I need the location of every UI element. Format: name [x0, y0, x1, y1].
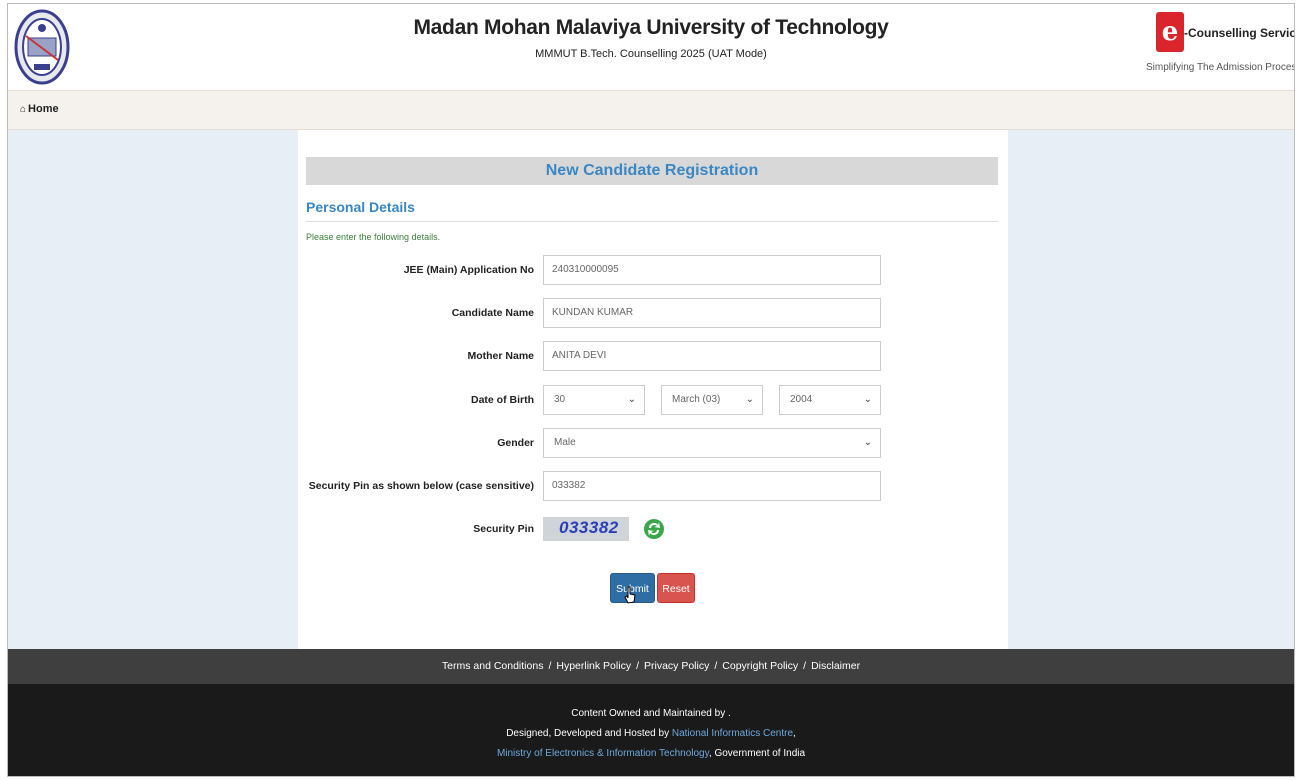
- footer-separator: /: [548, 660, 552, 672]
- row-dob: Date of Birth 30 ⌄ March (03) ⌄ 2004 ⌄: [298, 385, 1008, 415]
- gender-select[interactable]: Male ⌄: [543, 428, 881, 458]
- footer-designed-suffix: ,: [793, 728, 796, 739]
- footer-separator: /: [636, 660, 639, 672]
- footer-info: Content Owned and Maintained by . Design…: [8, 684, 1294, 776]
- gender-value: Male: [554, 437, 576, 448]
- hand-cursor-icon: [624, 586, 636, 604]
- refresh-captcha-icon[interactable]: [643, 517, 665, 541]
- site-header: Madan Mohan Malaviya University of Techn…: [8, 4, 1294, 90]
- dob-day-value: 30: [554, 394, 566, 405]
- security-pin-input-label: Security Pin as shown below (case sensit…: [308, 480, 534, 492]
- section-title: Personal Details: [306, 199, 415, 215]
- mother-name-label: Mother Name: [467, 350, 534, 362]
- page-frame: Madan Mohan Malaviya University of Techn…: [7, 3, 1295, 777]
- footer-link-copyright-policy[interactable]: Copyright Policy: [722, 660, 798, 672]
- footer-link-disclaimer[interactable]: Disclaimer: [811, 660, 860, 672]
- security-pin-input[interactable]: 033382: [543, 471, 881, 501]
- row-actions: Submit Reset: [298, 573, 1008, 604]
- reset-button[interactable]: Reset: [657, 573, 695, 603]
- footer-separator: /: [714, 660, 718, 672]
- footer-gov: , Government of India: [708, 748, 806, 759]
- captcha-label: Security Pin: [473, 523, 534, 535]
- footer-link-hyperlink-policy[interactable]: Hyperlink Policy: [556, 660, 631, 672]
- top-navbar: ⌂ Home: [8, 90, 1294, 130]
- row-gender: Gender Male ⌄: [298, 428, 1008, 458]
- dob-label: Date of Birth: [471, 394, 534, 406]
- footer-designed-prefix: Designed, Developed and Hosted by: [506, 728, 672, 739]
- chevron-down-icon: ⌄: [863, 394, 872, 405]
- page-title: Madan Mohan Malaviya University of Techn…: [413, 16, 889, 39]
- section-divider: [306, 221, 998, 222]
- jee-label: JEE (Main) Application No: [403, 264, 534, 276]
- footer-links-bar: Terms and Conditions / Hyperlink Policy / Pr…: [8, 649, 1294, 684]
- row-candidate-name: Candidate Name KUNDAN KUMAR: [298, 298, 1008, 328]
- candidate-name-label: Candidate Name: [451, 307, 534, 319]
- footer-link-nic[interactable]: National Informatics Centre: [672, 728, 793, 739]
- footer-ministry: Ministry of Electronics & Information Te…: [8, 744, 1294, 764]
- captcha-text: 033382: [559, 518, 619, 537]
- jee-application-input[interactable]: 240310000095: [543, 255, 881, 285]
- footer-separator: /: [803, 660, 807, 672]
- page-subtitle: MMMUT B.Tech. Counselling 2025 (UAT Mode…: [535, 48, 767, 60]
- footer-link-privacy-policy[interactable]: Privacy Policy: [644, 660, 709, 672]
- row-captcha: Security Pin 033382: [298, 517, 1008, 547]
- brand-mark: e: [1156, 12, 1184, 52]
- brand-tagline: Simplifying The Admission Process: [1146, 62, 1295, 73]
- row-jee: JEE (Main) Application No 240310000095: [298, 255, 1008, 285]
- footer-owned: Content Owned and Maintained by .: [571, 708, 731, 719]
- mother-name-input[interactable]: ANITA DEVI: [543, 341, 881, 371]
- dob-year-select[interactable]: 2004 ⌄: [779, 385, 881, 415]
- dob-month-select[interactable]: March (03) ⌄: [661, 385, 763, 415]
- form-heading: New Candidate Registration: [306, 157, 998, 185]
- nav-home-label: Home: [28, 103, 59, 115]
- dob-day-select[interactable]: 30 ⌄: [543, 385, 645, 415]
- nav-home-link[interactable]: ⌂ Home: [20, 103, 59, 115]
- chevron-down-icon: ⌄: [627, 394, 636, 405]
- footer-link-terms[interactable]: Terms and Conditions: [442, 660, 544, 672]
- footer-link-ministry[interactable]: Ministry of Electronics & Information Te…: [497, 748, 709, 759]
- footer-designed: Designed, Developed and Hosted by Nation…: [8, 724, 1294, 744]
- chevron-down-icon: ⌄: [745, 394, 754, 405]
- captcha-image: 033382: [543, 517, 629, 541]
- counselling-brand-logo: e -Counselling Services Simplifying The …: [1146, 10, 1294, 80]
- candidate-name-input[interactable]: KUNDAN KUMAR: [543, 298, 881, 328]
- form-hint: Please enter the following details.: [306, 232, 441, 242]
- dob-month-value: March (03): [672, 394, 721, 405]
- row-mother-name: Mother Name ANITA DEVI: [298, 341, 1008, 371]
- dob-year-value: 2004: [790, 394, 813, 405]
- chevron-down-icon: ⌄: [863, 437, 872, 448]
- gender-label: Gender: [497, 437, 534, 449]
- brand-name: -Counselling Services: [1184, 26, 1294, 40]
- row-security-pin-input: Security Pin as shown below (case sensit…: [298, 471, 1008, 501]
- home-icon: ⌂: [20, 104, 27, 115]
- registration-panel: New Candidate Registration Personal Deta…: [298, 130, 1008, 649]
